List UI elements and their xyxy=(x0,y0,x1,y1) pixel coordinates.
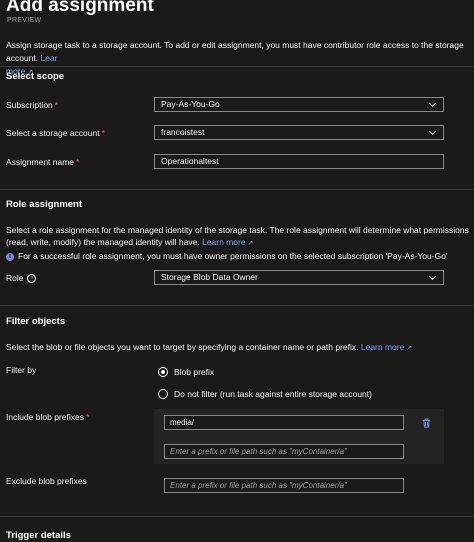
divider xyxy=(0,66,474,67)
required-marker: * xyxy=(54,100,59,110)
section-trigger-details: Trigger details xyxy=(6,530,71,541)
storage-account-value: francoistest xyxy=(161,127,205,137)
assignment-name-label: Assignment name * xyxy=(6,157,80,167)
required-marker: * xyxy=(76,157,80,167)
info-icon[interactable]: i xyxy=(27,274,37,284)
subscription-value: Pay-As-You-Go xyxy=(161,99,220,109)
radio-button[interactable] xyxy=(158,389,168,399)
external-link-icon: ↗ xyxy=(247,240,254,247)
include-prefix-input[interactable]: media/ xyxy=(164,415,404,430)
external-link-icon: ↗ xyxy=(406,345,413,352)
page-description-text: Assign storage task to a storage account… xyxy=(6,40,464,63)
radio-blob-prefix[interactable]: Blob prefix xyxy=(158,367,214,377)
storage-account-dropdown[interactable]: francoistest xyxy=(154,125,444,140)
page-title: Add assignment xyxy=(6,0,154,16)
radio-blob-prefix-label: Blob prefix xyxy=(174,367,215,377)
role-description: Select a role assignment for the managed… xyxy=(6,224,472,250)
chevron-down-icon xyxy=(428,275,437,281)
exclude-prefix-input[interactable]: Enter a prefix or file path such as "myC… xyxy=(164,478,404,493)
divider xyxy=(0,189,474,190)
required-marker: * xyxy=(101,128,105,138)
radio-do-not-filter[interactable]: Do not filter (run task against entire s… xyxy=(158,389,372,399)
preview-badge: PREVIEW xyxy=(7,17,42,24)
include-prefixes-label: Include blob prefixes * xyxy=(6,412,90,422)
section-role-assignment: Role assignment xyxy=(6,199,83,210)
subscription-dropdown[interactable]: Pay-As-You-Go xyxy=(154,97,444,112)
role-value: Storage Blob Data Owner xyxy=(161,272,258,282)
page-description: Assign storage task to a storage account… xyxy=(6,39,472,79)
chevron-down-icon xyxy=(428,102,437,108)
role-learn-more-link[interactable]: Learn more xyxy=(202,237,245,247)
filter-by-label: Filter by xyxy=(6,365,37,375)
assignment-name-input[interactable]: Operationaltest xyxy=(154,154,444,169)
include-prefix-new-input[interactable]: Enter a prefix or file path such as "myC… xyxy=(164,444,404,459)
required-marker: * xyxy=(85,412,90,422)
role-info-message: i For a successful role assignment, you m… xyxy=(6,250,472,262)
section-select-scope: Select scope xyxy=(6,71,65,82)
divider xyxy=(0,305,474,306)
include-prefixes-panel: media/ Enter a prefix or file path such … xyxy=(154,409,444,464)
subscription-label: Subscription * xyxy=(6,100,59,110)
filter-learn-more-link[interactable]: Learn more xyxy=(361,342,404,352)
section-filter-objects: Filter objects xyxy=(6,316,66,327)
chevron-down-icon xyxy=(428,130,437,136)
radio-button-selected[interactable] xyxy=(158,367,168,377)
radio-do-not-filter-label: Do not filter (run task against entire s… xyxy=(174,389,372,399)
info-icon: i xyxy=(6,252,14,261)
exclude-prefix-wrapper: Enter a prefix or file path such as "myC… xyxy=(164,478,404,493)
role-dropdown[interactable]: Storage Blob Data Owner xyxy=(154,270,444,285)
storage-account-label: Select a storage account * xyxy=(6,128,105,138)
exclude-prefixes-label: Exclude blob prefixes xyxy=(6,476,87,486)
filter-description: Select the blob or file objects you want… xyxy=(6,341,472,355)
role-label: Role i xyxy=(6,273,37,284)
delete-icon[interactable] xyxy=(422,418,431,428)
divider xyxy=(0,516,474,517)
